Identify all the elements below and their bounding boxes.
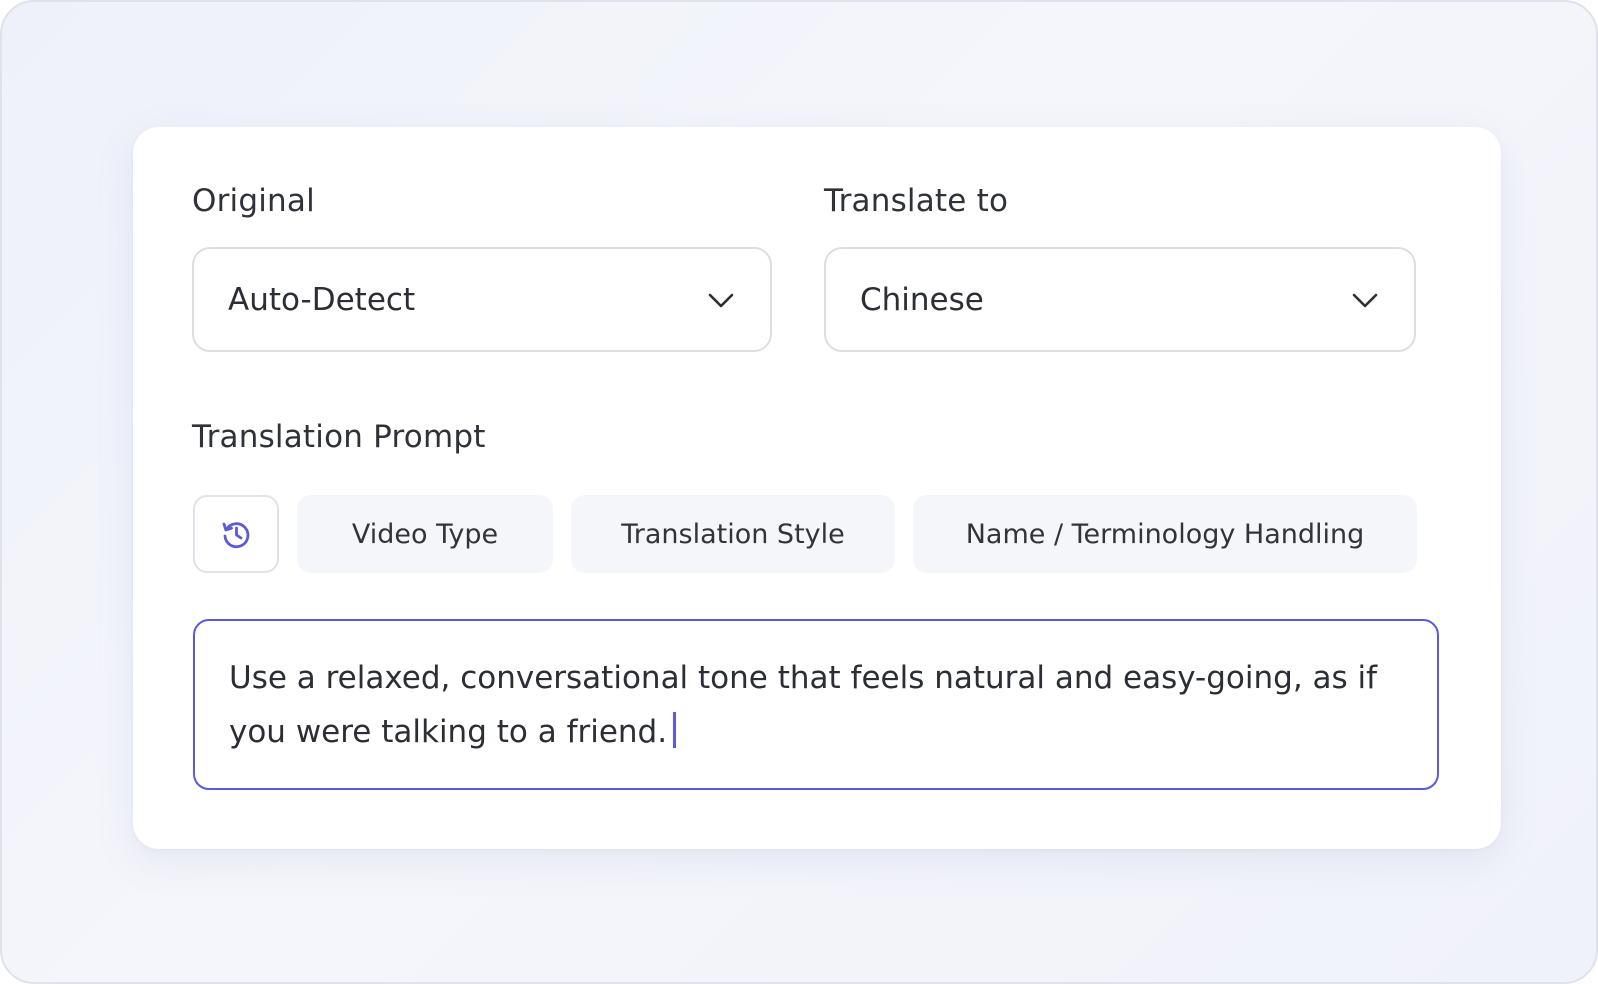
translation-prompt-label: Translation Prompt (192, 419, 486, 455)
chip-translation-style[interactable]: Translation Style (571, 495, 895, 573)
page-background: Original Auto-Detect Translate to Chines… (0, 0, 1598, 984)
translation-settings-card: Original Auto-Detect Translate to Chines… (133, 127, 1501, 849)
chip-video-type[interactable]: Video Type (297, 495, 553, 573)
target-language-value: Chinese (860, 281, 984, 318)
original-label: Original (192, 183, 315, 219)
original-language-select[interactable]: Auto-Detect (192, 247, 772, 352)
target-language-select[interactable]: Chinese (824, 247, 1416, 352)
translation-prompt-input[interactable]: Use a relaxed, conversational tone that … (193, 619, 1439, 790)
text-caret (673, 712, 677, 748)
history-button[interactable] (193, 495, 279, 573)
translate-to-label: Translate to (824, 183, 1009, 219)
history-icon (222, 522, 250, 549)
chevron-down-icon (708, 293, 734, 307)
chevron-down-icon (1352, 293, 1378, 307)
chip-name-terminology-handling[interactable]: Name / Terminology Handling (913, 495, 1417, 573)
translation-prompt-text: Use a relaxed, conversational tone that … (229, 660, 1378, 750)
original-language-value: Auto-Detect (228, 281, 416, 318)
